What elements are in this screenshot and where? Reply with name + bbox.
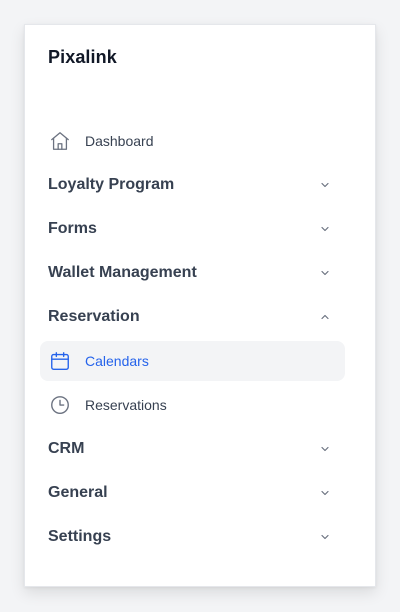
sidebar-item-calendars[interactable]: Calendars [40, 341, 345, 381]
sidebar-item-label: Dashboard [85, 133, 154, 149]
sidebar-item-label: Reservations [85, 397, 167, 413]
chevron-up-icon [319, 311, 331, 323]
section-label: Forms [48, 220, 97, 237]
section-label: Reservation [48, 308, 140, 325]
chevron-down-icon [319, 179, 331, 191]
calendar-icon [49, 350, 71, 372]
chevron-down-icon [319, 223, 331, 235]
section-label: Loyalty Program [48, 176, 175, 193]
sidebar-item-label: Calendars [85, 353, 149, 369]
chevron-down-icon [319, 267, 331, 279]
section-label: CRM [48, 440, 85, 457]
section-label: Settings [48, 528, 112, 545]
sidebar-panel: Pixalink Dashboard Loyalty Program Forms… [24, 24, 376, 587]
section-label: General [48, 484, 108, 501]
sidebar-section-general[interactable]: General [40, 473, 345, 513]
sidebar-section-forms[interactable]: Forms [40, 209, 345, 249]
sidebar-section-settings[interactable]: Settings [40, 517, 345, 557]
sidebar-section-wallet-management[interactable]: Wallet Management [40, 253, 345, 293]
sidebar-item-reservations[interactable]: Reservations [40, 385, 345, 425]
brand-name: Pixalink [48, 47, 117, 67]
clock-icon [49, 394, 71, 416]
home-icon [49, 130, 71, 152]
sidebar-section-reservation[interactable]: Reservation [40, 297, 345, 337]
sidebar-item-dashboard[interactable]: Dashboard [40, 121, 345, 161]
sidebar-section-loyalty-program[interactable]: Loyalty Program [40, 165, 345, 205]
chevron-down-icon [319, 531, 331, 543]
chevron-down-icon [319, 443, 331, 455]
section-label: Wallet Management [48, 264, 197, 281]
chevron-down-icon [319, 487, 331, 499]
sidebar-section-crm[interactable]: CRM [40, 429, 345, 469]
